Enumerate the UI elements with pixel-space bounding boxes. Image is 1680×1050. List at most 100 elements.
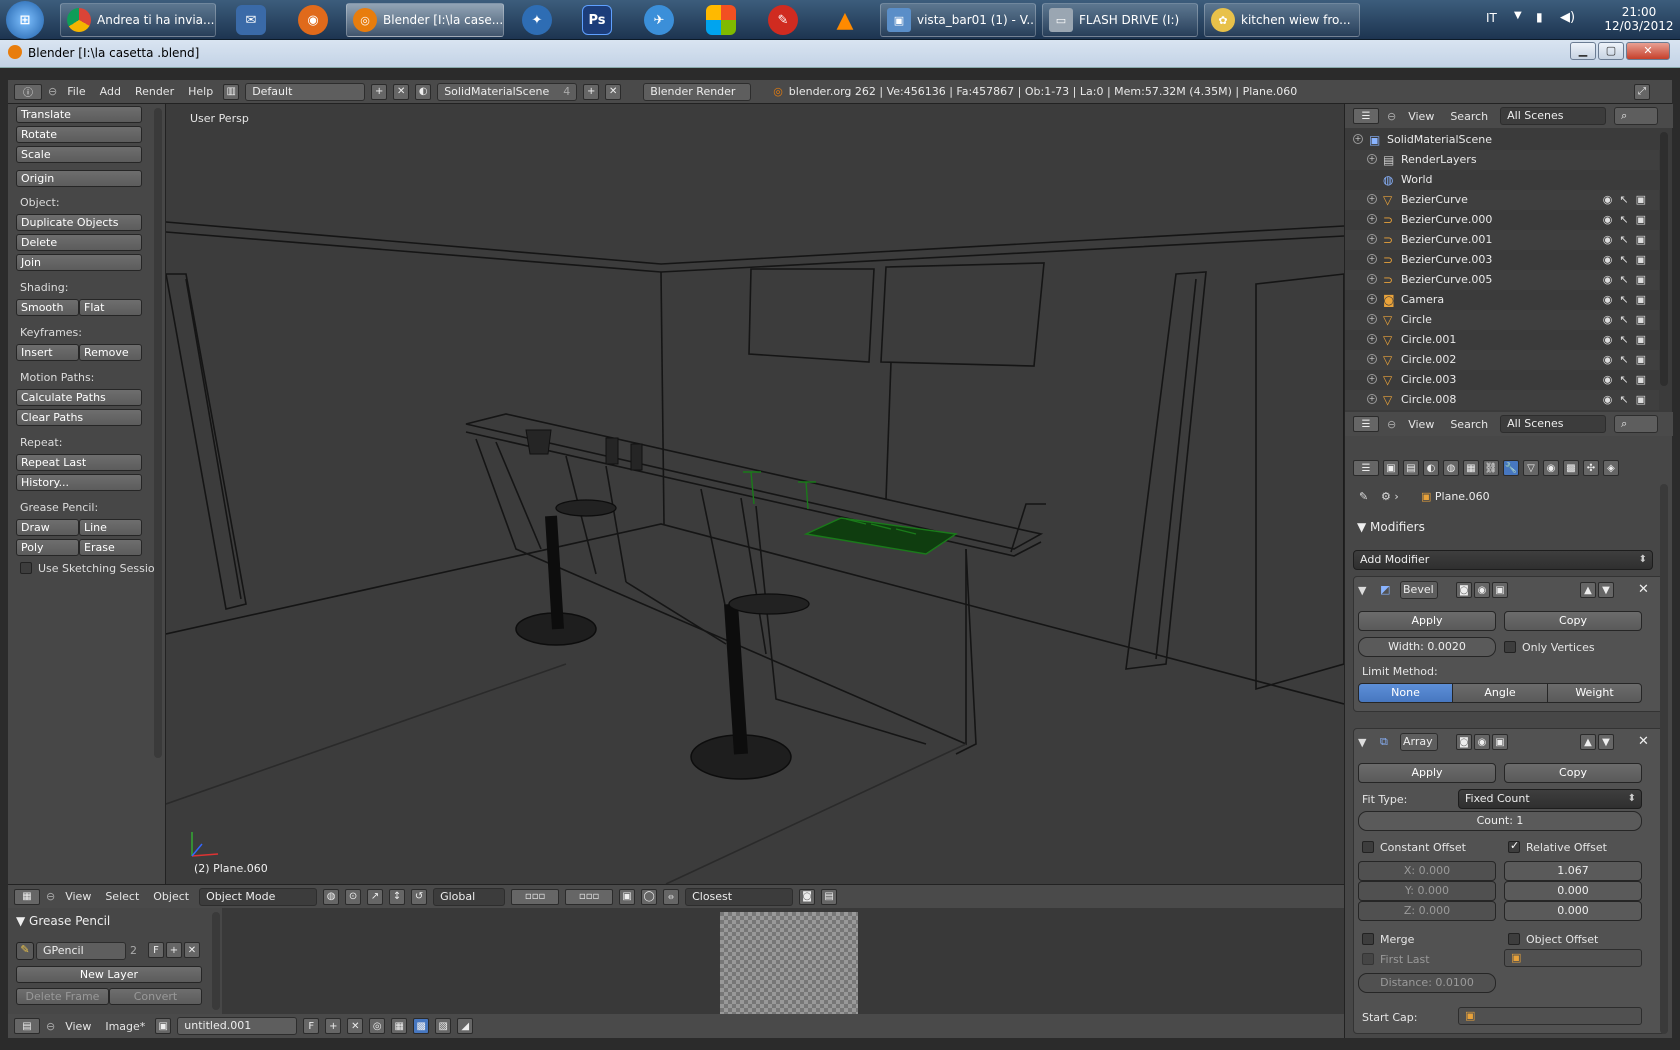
add-modifier-dropdown[interactable]: Add Modifier xyxy=(1353,550,1653,570)
minimize-button[interactable]: ▁ xyxy=(1570,42,1596,60)
array-name-field[interactable]: Array xyxy=(1400,733,1438,751)
render-engine-dropdown[interactable]: Blender Render xyxy=(643,82,752,101)
mail-icon[interactable]: ✈ xyxy=(644,5,674,35)
modifiers-section-title[interactable]: ▼ Modifiers xyxy=(1357,520,1425,534)
vlc-icon[interactable]: ▲ xyxy=(830,5,860,35)
visibility-toggles-icon[interactable]: ◉↖▣ xyxy=(1603,293,1653,306)
only-vertices-checkbox[interactable] xyxy=(1504,641,1516,653)
convert-button[interactable]: Convert xyxy=(109,988,202,1005)
info-editor-type-icon[interactable]: ⓘ xyxy=(14,83,42,100)
outliner-row[interactable]: + ▽ Circle.003 ◉↖▣ xyxy=(1345,370,1659,390)
relative-offset-x-field[interactable]: 1.067 xyxy=(1504,861,1642,881)
transform-orientation-dropdown[interactable]: Global xyxy=(433,887,506,906)
z-buffer-icon[interactable]: ▧ xyxy=(435,1018,452,1034)
menu-add[interactable]: Add xyxy=(96,85,125,98)
visibility-toggles-icon[interactable]: ◉↖▣ xyxy=(1603,333,1653,346)
array-remove-icon[interactable]: ✕ xyxy=(1638,734,1649,749)
outliner-search-field[interactable]: ⌕ xyxy=(1614,107,1659,125)
gp-scrollbar[interactable] xyxy=(212,912,220,1010)
visibility-toggles-icon[interactable]: ◉↖▣ xyxy=(1603,253,1653,266)
gp-remove-icon[interactable]: ✕ xyxy=(184,942,200,958)
outliner-row[interactable]: + ⊃ BezierCurve.005 ◉↖▣ xyxy=(1345,270,1659,290)
menu-render[interactable]: Render xyxy=(131,85,178,98)
tab-modifiers-icon[interactable]: 🔧 xyxy=(1503,460,1519,476)
outliner-row[interactable]: + ◙ Camera ◉↖▣ xyxy=(1345,290,1659,310)
merge-checkbox[interactable] xyxy=(1362,933,1374,945)
3d-editor-type-icon[interactable]: ▦ xyxy=(14,888,40,905)
constant-offset-y-field[interactable]: Y: 0.000 xyxy=(1358,881,1496,901)
tool-shelf-scrollbar[interactable] xyxy=(154,108,162,758)
outliner-row[interactable]: + ▽ Circle.001 ◉↖▣ xyxy=(1345,330,1659,350)
viewport-shading-icon[interactable]: ◍ xyxy=(323,888,340,905)
expand-icon[interactable]: + xyxy=(1367,374,1377,384)
properties-search-field[interactable]: ⌕ xyxy=(1614,415,1659,433)
use-sketching-checkbox[interactable] xyxy=(20,562,32,574)
array-viewport-toggle-icon[interactable]: ◉ xyxy=(1474,734,1490,750)
taskbar-app-paint[interactable]: ✿ kitchen wiew fro... xyxy=(1204,3,1360,37)
gp-add-icon[interactable]: + xyxy=(166,942,182,958)
windows-start-button[interactable]: ⊞ xyxy=(6,1,44,39)
tab-layers-icon[interactable]: ▤ xyxy=(1403,460,1419,476)
scene-field[interactable]: SolidMaterialScene 4 xyxy=(437,82,578,101)
image-browse-icon[interactable]: ▣ xyxy=(155,1018,172,1034)
thunderbird-icon[interactable]: ✉ xyxy=(236,5,266,35)
gp-erase-button[interactable]: Erase xyxy=(79,539,142,556)
expand-icon[interactable]: + xyxy=(1367,194,1377,204)
limit-angle-option[interactable]: Angle xyxy=(1452,683,1548,703)
proportional-edit-icon[interactable]: ◯ xyxy=(641,888,658,905)
relative-offset-checkbox[interactable] xyxy=(1508,839,1520,853)
layer-lock-icon[interactable]: ▣ xyxy=(619,888,636,905)
outliner-row[interactable]: + ⊃ BezierCurve.001 ◉↖▣ xyxy=(1345,230,1659,250)
new-layer-button[interactable]: New Layer xyxy=(16,966,202,983)
pin-icon[interactable]: ◎ xyxy=(369,1018,386,1034)
taskbar-app-flash-drive[interactable]: ▭ FLASH DRIVE (I:) xyxy=(1042,3,1198,37)
remove-keyframe-button[interactable]: Remove xyxy=(79,344,142,361)
smooth-button[interactable]: Smooth xyxy=(16,299,79,316)
bevel-editmode-toggle-icon[interactable]: ▣ xyxy=(1492,582,1508,598)
menu-file[interactable]: File xyxy=(63,85,89,98)
outliner-row[interactable]: + ▽ Circle.008 ◉↖▣ xyxy=(1345,390,1659,410)
bevel-render-toggle-icon[interactable]: ◙ xyxy=(1456,582,1472,598)
gp-poly-button[interactable]: Poly xyxy=(16,539,79,556)
array-editmode-toggle-icon[interactable]: ▣ xyxy=(1492,734,1508,750)
expand-icon[interactable]: + xyxy=(1367,394,1377,404)
taskbar-app-blender[interactable]: ◎ Blender [I:\la case... xyxy=(346,3,504,37)
delete-button[interactable]: Delete xyxy=(16,234,142,251)
close-button[interactable]: ✕ xyxy=(1626,42,1670,60)
volume-icon[interactable]: ◀) xyxy=(1560,10,1575,25)
limit-none-option[interactable]: None xyxy=(1358,683,1453,703)
outliner-row[interactable]: ◍ World xyxy=(1345,170,1659,190)
limit-weight-option[interactable]: Weight xyxy=(1547,683,1642,703)
image-new-icon[interactable]: + xyxy=(325,1018,342,1034)
delete-frame-button[interactable]: Delete Frame xyxy=(16,988,109,1005)
language-indicator[interactable]: IT xyxy=(1486,11,1497,25)
translate-manipulator-icon[interactable]: ↕ xyxy=(389,888,406,905)
visibility-toggles-icon[interactable]: ◉↖▣ xyxy=(1603,353,1653,366)
pivot-point-icon[interactable]: ⊙ xyxy=(345,888,362,905)
properties-menu-search[interactable]: Search xyxy=(1446,418,1492,431)
visibility-toggles-icon[interactable]: ◉↖▣ xyxy=(1603,193,1653,206)
menu-object[interactable]: Object xyxy=(149,890,193,903)
array-render-toggle-icon[interactable]: ◙ xyxy=(1456,734,1472,750)
screen-layout-field[interactable]: Default xyxy=(245,82,366,101)
visibility-toggles-icon[interactable]: ◉↖▣ xyxy=(1603,373,1653,386)
outliner-row[interactable]: + ⊃ BezierCurve.000 ◉↖▣ xyxy=(1345,210,1659,230)
clear-paths-button[interactable]: Clear Paths xyxy=(16,409,142,426)
tab-scene-icon[interactable]: ◐ xyxy=(1423,460,1439,476)
array-copy-button[interactable]: Copy xyxy=(1504,763,1642,783)
rotate-manipulator-icon[interactable]: ↺ xyxy=(411,888,428,905)
menu-view[interactable]: View xyxy=(61,1020,95,1033)
scene-layers-icon[interactable]: ▫▫▫ xyxy=(511,888,560,905)
tab-constraints-icon[interactable]: ⛓ xyxy=(1483,460,1499,476)
screen-layout-icon[interactable]: ▥ xyxy=(223,83,240,100)
relative-offset-y-field[interactable]: 0.000 xyxy=(1504,881,1642,901)
outliner-filter-dropdown[interactable]: All Scenes xyxy=(1500,107,1607,125)
system-clock[interactable]: 21:00 12/03/2012 xyxy=(1604,5,1674,33)
outliner-row[interactable]: + ▽ Circle ◉↖▣ xyxy=(1345,310,1659,330)
safari-icon[interactable]: ✦ xyxy=(522,5,552,35)
bevel-move-up-icon[interactable]: ▲ xyxy=(1580,582,1596,598)
offset-object-field[interactable]: ▣ xyxy=(1504,949,1642,967)
join-button[interactable]: Join xyxy=(16,254,142,271)
expand-icon[interactable]: + xyxy=(1367,154,1377,164)
3d-viewport[interactable]: User Persp (2) Plane.060 xyxy=(166,104,1344,884)
